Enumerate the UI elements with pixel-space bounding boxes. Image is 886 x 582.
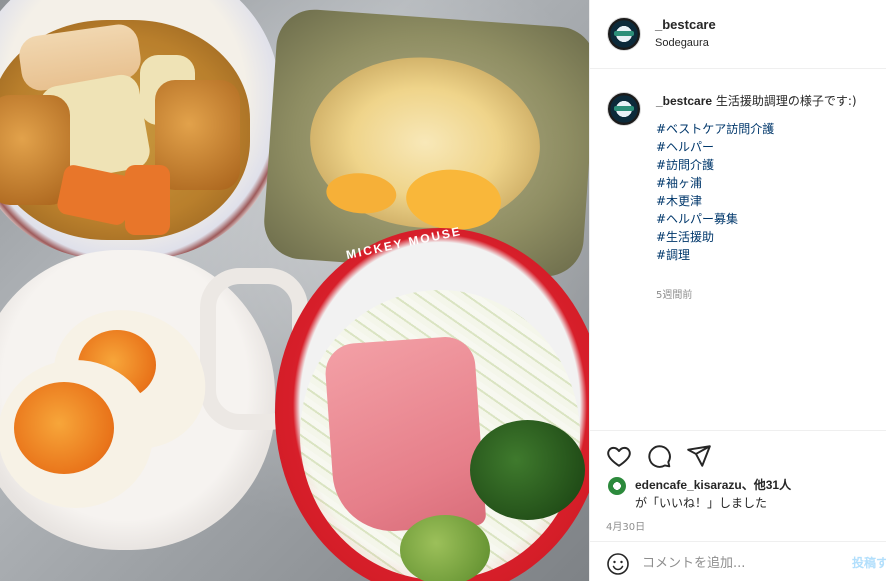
carrot-piece-2 [125, 165, 170, 235]
caption-time-ago[interactable]: 5週間前 [656, 286, 692, 301]
comment-icon[interactable] [646, 443, 672, 469]
carrot-piece [55, 163, 135, 227]
post-side-panel: _bestcare Sodegaura _bestcare 生活援助調理の様子で… [589, 0, 886, 581]
comment-input[interactable] [642, 550, 832, 576]
simmered-broth [0, 20, 250, 240]
caption-avatar[interactable] [607, 92, 641, 126]
hashtag-link[interactable]: #木更津 [656, 192, 881, 210]
hashtag-link[interactable]: #生活援助 [656, 228, 881, 246]
hashtag-link[interactable]: #ベストケア訪問介護 [656, 120, 881, 138]
hashtag-link[interactable]: #ヘルパー [656, 138, 881, 156]
egg-yolk-front [14, 382, 114, 474]
comment-bar: 投稿する [590, 541, 886, 582]
broccoli-stem [400, 515, 490, 581]
heart-icon[interactable] [606, 443, 632, 469]
likes-line-2: が「いいね！」しました [635, 496, 768, 510]
post-photo[interactable]: MICKEY MOUSE [0, 0, 589, 581]
header-username[interactable]: _bestcare [655, 17, 716, 32]
hashtag-link[interactable]: #袖ヶ浦 [656, 174, 881, 192]
post-comment-button[interactable]: 投稿する [852, 554, 886, 571]
hashtag-link[interactable]: #ヘルパー募集 [656, 210, 881, 228]
caption-text: 生活援助調理の様子です:) [715, 94, 857, 108]
share-icon[interactable] [686, 443, 712, 469]
emoji-icon[interactable] [606, 552, 630, 576]
ham-slice [323, 334, 487, 536]
post-header: _bestcare Sodegaura [590, 0, 886, 69]
avatar[interactable] [607, 17, 641, 51]
hashtag-link[interactable]: #調理 [656, 246, 881, 264]
caption-username[interactable]: _bestcare [656, 94, 712, 108]
broccoli [470, 420, 585, 520]
liker-avatar[interactable] [608, 477, 626, 495]
post-date[interactable]: 4月30日 [606, 518, 645, 533]
hashtag-link[interactable]: #訪問介護 [656, 156, 881, 174]
likes-line-1[interactable]: edencafe_kisarazu、他31人 [635, 476, 791, 493]
hashtag-list: #ベストケア訪問介護 #ヘルパー #訪問介護 #袖ヶ浦 #木更津 #ヘルパー募集… [656, 120, 881, 264]
header-location[interactable]: Sodegaura [655, 37, 709, 49]
caption: _bestcare 生活援助調理の様子です:) #ベストケア訪問介護 #ヘルパー… [656, 92, 881, 264]
